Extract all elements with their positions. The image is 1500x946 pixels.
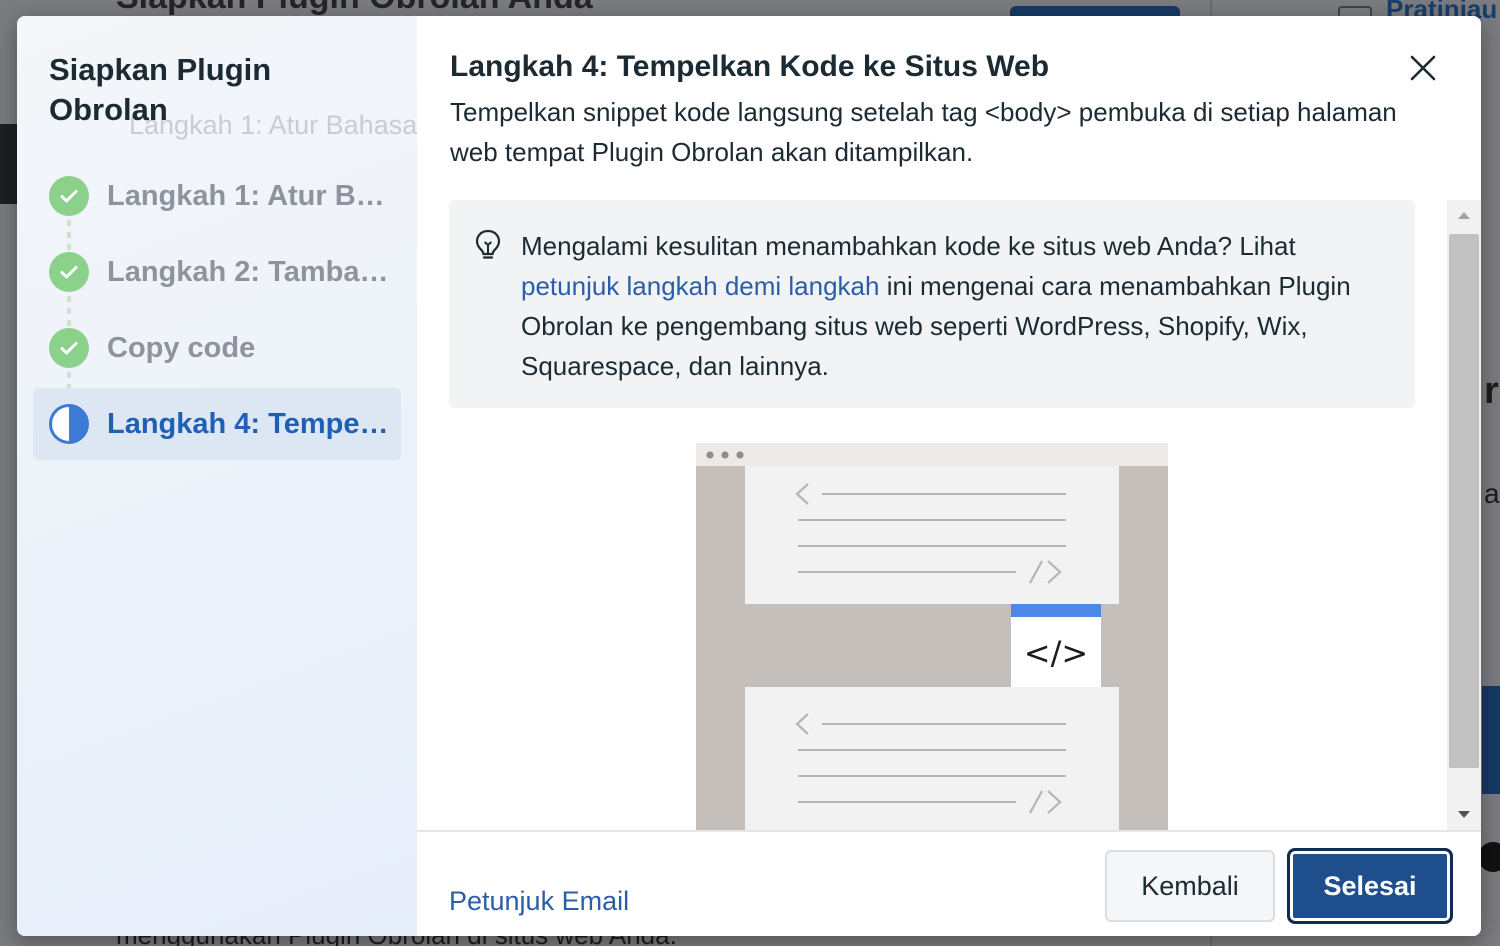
stepper-sidebar: Langkah 1: Atur Bahasa Siapkan Plugin Ob… — [17, 16, 417, 936]
check-circle-icon — [49, 252, 89, 292]
messenger-icon — [1478, 842, 1500, 872]
scroll-down-button[interactable] — [1447, 800, 1481, 830]
step-label: Langkah 1: Atur Bahasa — [107, 179, 393, 212]
step-item-1[interactable]: Langkah 1: Atur Bahasa — [33, 160, 401, 250]
scroll-content: Mengalami kesulitan menambahkan kode ke … — [417, 200, 1481, 830]
step-item-3[interactable]: Copy code — [33, 312, 401, 402]
close-icon — [1410, 55, 1436, 81]
scrollbar-thumb[interactable] — [1449, 234, 1479, 768]
check-circle-icon — [49, 328, 89, 368]
email-instructions-link[interactable]: Petunjuk Email — [449, 886, 629, 917]
vertical-scrollbar[interactable] — [1447, 200, 1481, 830]
step-by-step-guide-link[interactable]: petunjuk langkah demi langkah — [521, 271, 879, 301]
triangle-down-icon — [1458, 811, 1470, 818]
dialog-title: Langkah 4: Tempelkan Kode ke Situs Web — [450, 50, 1050, 83]
step-item-4[interactable]: Langkah 4: Tempelkan Kode ke Situs Web — [33, 388, 401, 460]
step-label: Copy code — [107, 331, 256, 364]
close-button[interactable] — [1403, 48, 1443, 88]
background-text-fragment: an — [1484, 478, 1500, 509]
half-circle-icon — [49, 404, 89, 444]
step-list: Langkah 1: Atur Bahasa Langkah 2: Tambah… — [33, 160, 401, 464]
dialog-description: Tempelkan snippet kode langsung setelah … — [450, 97, 1397, 167]
background-text-fragment: ro — [1484, 370, 1500, 412]
check-circle-icon — [49, 176, 89, 216]
back-button[interactable]: Kembali — [1105, 850, 1275, 922]
lightbulb-icon — [475, 229, 501, 259]
setup-dialog: Langkah 1: Atur Bahasa Siapkan Plugin Ob… — [17, 16, 1481, 936]
background-page-title: Siapkan Plugin Obrolan Anda — [116, 0, 593, 17]
step-label: Langkah 2: Tambahkan Domain — [107, 255, 393, 288]
tip-box: Mengalami kesulitan menambahkan kode ke … — [449, 200, 1415, 408]
dialog-footer: Petunjuk Email Kembali Selesai — [417, 830, 1481, 936]
code-symbol-label: </> — [1024, 634, 1088, 672]
background-blue-panel — [1482, 686, 1500, 794]
step-item-2[interactable]: Langkah 2: Tambahkan Domain — [33, 236, 401, 326]
dialog-main: Langkah 4: Tempelkan Kode ke Situs Web T… — [417, 16, 1481, 936]
step-label: Langkah 4: Tempelkan Kode ke Situs Web — [107, 407, 393, 440]
finish-button[interactable]: Selesai — [1287, 848, 1453, 924]
tip-text-before: Mengalami kesulitan menambahkan kode ke … — [521, 231, 1296, 261]
triangle-up-icon — [1458, 212, 1470, 219]
tip-text: Mengalami kesulitan menambahkan kode ke … — [521, 226, 1391, 386]
sidebar-title: Siapkan Plugin Obrolan — [49, 52, 272, 127]
background-nav-band — [0, 124, 18, 204]
code-paste-illustration: </> — [696, 443, 1168, 830]
scroll-up-button[interactable] — [1447, 200, 1481, 230]
